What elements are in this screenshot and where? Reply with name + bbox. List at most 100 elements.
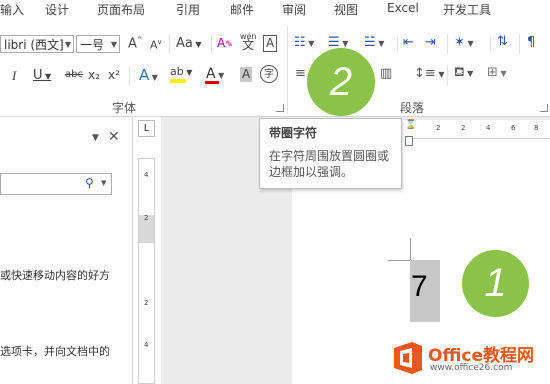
chinese-layout-button[interactable]: ✶ ▼	[454, 35, 474, 50]
borders-icon: ⊞	[487, 65, 498, 80]
tab-references[interactable]: 引用	[176, 1, 200, 18]
ruler-tick-label: 2	[461, 124, 466, 132]
group-divider	[287, 26, 288, 114]
bullets-button[interactable]: ☷ ▼	[294, 35, 314, 50]
ruler-tick-label: 4	[144, 171, 149, 179]
horizontal-ruler: ⌛ 2 2 4 6 8	[405, 120, 550, 139]
close-icon[interactable]: ✕	[108, 129, 120, 145]
search-input[interactable]: ⚲ ▼	[0, 173, 112, 195]
tab-developer[interactable]: 开发工具	[443, 1, 491, 18]
shrink-font-icon: A	[150, 38, 158, 52]
tab-review[interactable]: 审阅	[282, 1, 306, 18]
ruler-tick-label: 8	[534, 124, 539, 132]
ruler-tick-label: 2	[144, 299, 149, 307]
change-case-button[interactable]: Aa ▼	[176, 36, 202, 51]
sort-icon: ⇅	[497, 34, 508, 49]
show-marks-button[interactable]: ¶	[527, 35, 535, 50]
tab-design[interactable]: 设计	[45, 1, 69, 18]
enclose-characters-button[interactable]: 字	[260, 65, 278, 83]
chevron-down-icon: ▼	[64, 40, 71, 49]
text-effects-icon: A	[139, 66, 150, 84]
margin-corner-mark	[388, 238, 411, 261]
font-size-dropdown[interactable]: 一号 ▼	[76, 35, 120, 53]
navigation-pane: ▼ ✕ ⚲ ▼ 或快速移动内容的好方 选项卡，并向文档中的	[0, 117, 133, 384]
align-left-button[interactable]: ≡	[295, 66, 306, 81]
clear-formatting-button[interactable]: A✎	[217, 36, 233, 50]
step-badge-1: 1	[462, 250, 529, 317]
pane-options-button[interactable]: ▼	[92, 133, 99, 143]
shading-button[interactable]: ⛾ ▼	[454, 65, 473, 82]
multilevel-list-icon: ☱	[364, 35, 376, 50]
paint-bucket-icon: ⛾	[454, 65, 465, 80]
search-icon[interactable]: ⚲	[85, 176, 94, 190]
tab-selector[interactable]: L	[138, 120, 155, 137]
tab-view[interactable]: 视图	[334, 1, 358, 18]
paragraph-group-label: 段落	[400, 101, 425, 115]
tab-insert[interactable]: 输入	[0, 1, 24, 18]
character-border-button[interactable]: A	[263, 35, 278, 52]
superscript-button[interactable]: x²	[108, 68, 120, 82]
grow-font-button[interactable]: A^	[128, 36, 143, 51]
watermark-url: www.office26.com	[430, 363, 513, 373]
ruler-tick-label: 2	[144, 214, 149, 222]
character-border-icon: A	[266, 36, 275, 50]
divider	[490, 34, 491, 54]
font-color-bar	[205, 81, 219, 84]
font-color-button[interactable]: A ▼	[206, 66, 224, 82]
tooltip-title: 带圈字符	[269, 126, 318, 140]
grow-font-icon: A	[128, 36, 137, 52]
multilevel-list-button[interactable]: ☱ ▼	[364, 35, 384, 50]
divider	[519, 34, 520, 54]
highlight-button[interactable]: ab ▼	[170, 65, 192, 78]
tab-excel[interactable]: Excel	[387, 1, 419, 15]
increase-indent-icon: ⇥	[425, 35, 436, 50]
highlight-icon: ab	[170, 65, 184, 78]
office-logo-icon	[394, 342, 422, 374]
divider	[447, 65, 448, 85]
font-name-value: libri (西文]	[4, 38, 64, 52]
tab-mailings[interactable]: 邮件	[230, 1, 254, 18]
step-badge-2: 2	[307, 48, 375, 116]
chevron-down-icon[interactable]: ▼	[101, 179, 106, 187]
line-spacing-button[interactable]: ↕≡ ▼	[414, 66, 445, 81]
underline-button[interactable]: U ▼	[33, 68, 51, 83]
chevron-down-icon: ▼	[110, 40, 117, 49]
sort-button[interactable]: ⇅	[497, 34, 508, 49]
ruler-tick-label: 4	[486, 124, 491, 132]
divider	[169, 34, 170, 54]
borders-button[interactable]: ⊞ ▼	[487, 65, 507, 80]
ribbon: libri (西文] ▼ 一号 ▼ A^ Av Aa ▼ A✎ wén 文 A I…	[0, 20, 550, 117]
help-text-line: 或快速移动内容的好方	[0, 269, 110, 282]
ribbon-tab-bar: 输入 设计 页面布局 引用 邮件 审阅 视图 Excel 开发工具	[0, 0, 550, 21]
ruler-tick-label: 2	[436, 124, 441, 132]
font-size-value: 一号	[80, 38, 105, 52]
highlight-color-bar	[170, 79, 186, 83]
subscript-button[interactable]: x₂	[88, 68, 100, 82]
character-shading-button[interactable]: A	[240, 67, 253, 82]
distributed-button[interactable]: ▥	[380, 66, 392, 81]
paragraph-mark-icon: ¶	[527, 35, 536, 50]
increase-indent-button[interactable]: ⇥	[425, 35, 436, 50]
distributed-icon: ▥	[380, 66, 393, 81]
enclose-characters-tooltip: 带圈字符 在字符周围放置圆圈或边框加以强调。	[259, 118, 402, 189]
phonetic-guide-button[interactable]: wén 文	[240, 32, 257, 51]
text-effects-button[interactable]: A ▼	[139, 66, 158, 84]
paragraph-dialog-launcher[interactable]	[540, 104, 548, 112]
document-character[interactable]: 7	[411, 270, 428, 304]
change-case-icon: Aa	[176, 36, 193, 51]
italic-button[interactable]: I	[12, 68, 16, 84]
left-indent-marker[interactable]	[405, 136, 413, 146]
font-color-icon: A	[206, 66, 216, 82]
shrink-font-button[interactable]: Av	[150, 38, 162, 52]
help-text-line: 选项卡，并向文档中的	[0, 345, 110, 358]
decrease-indent-button[interactable]: ⇤	[403, 35, 414, 50]
divider	[129, 66, 130, 86]
font-dialog-launcher[interactable]	[276, 104, 284, 112]
tab-page-layout[interactable]: 页面布局	[97, 1, 145, 18]
align-left-icon: ≡	[295, 66, 306, 81]
font-name-dropdown[interactable]: libri (西文] ▼	[0, 35, 74, 53]
strikethrough-button[interactable]: abc	[65, 69, 83, 80]
divider	[447, 34, 448, 54]
first-line-indent-marker[interactable]: ⌛	[405, 120, 416, 130]
bullet-list-icon: ☷	[294, 35, 306, 50]
